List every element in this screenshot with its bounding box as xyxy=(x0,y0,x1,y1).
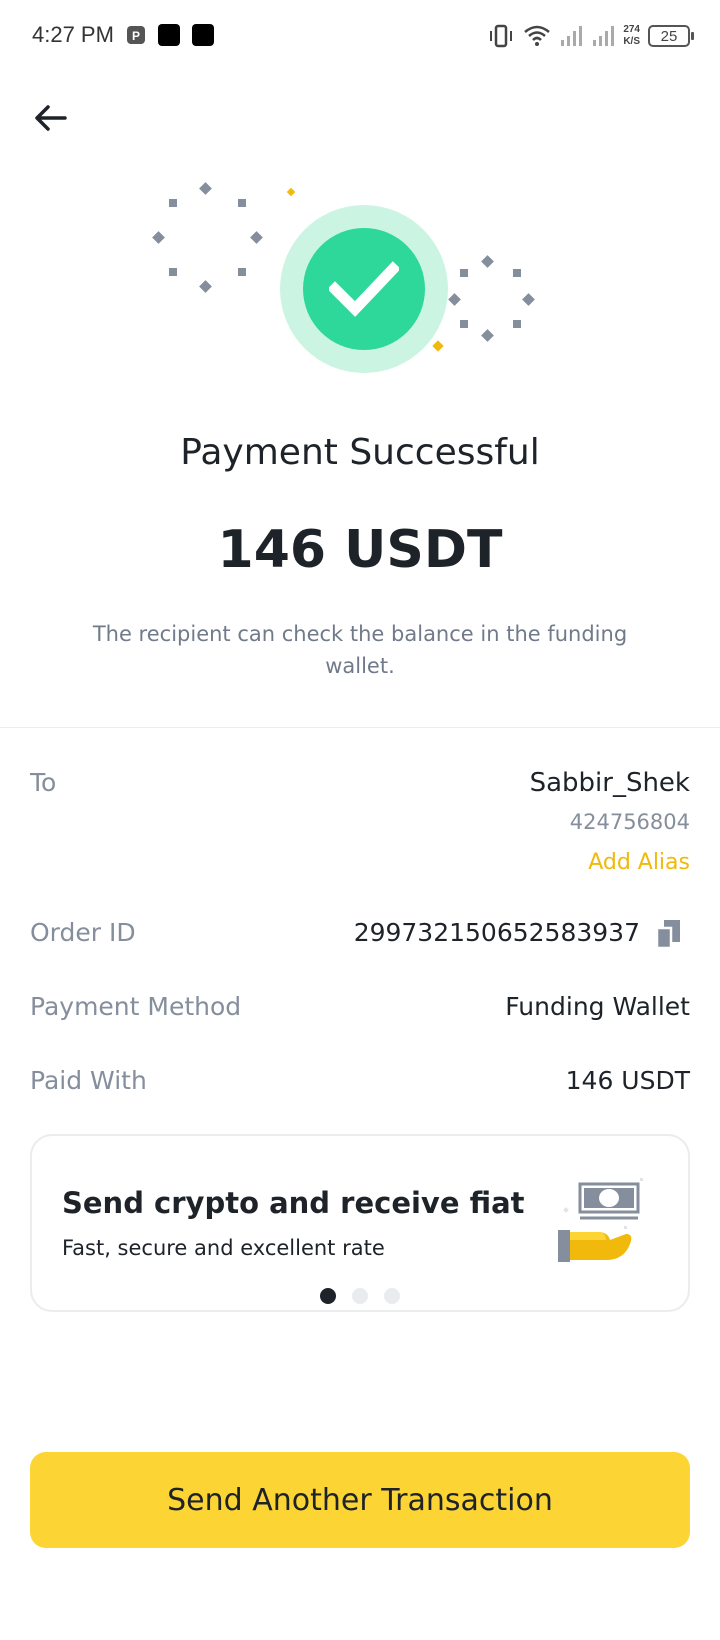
payment-amount: 146 USDT xyxy=(217,520,503,580)
divider xyxy=(0,727,720,728)
carousel-dot[interactable] xyxy=(352,1288,368,1304)
back-arrow-icon xyxy=(35,105,67,131)
payment-method-label: Payment Method xyxy=(30,992,242,1021)
add-alias-link[interactable]: Add Alias xyxy=(588,850,690,875)
promo-subtitle: Fast, secure and excellent rate xyxy=(62,1236,385,1260)
page-title: Payment Successful xyxy=(180,432,540,473)
cash-hand-icon xyxy=(558,1174,648,1264)
recipient-note: The recipient can check the balance in t… xyxy=(92,622,628,678)
wifi-icon xyxy=(523,24,551,48)
paid-with-label: Paid With xyxy=(30,1066,147,1095)
back-button[interactable] xyxy=(28,96,72,140)
recipient-id: 424756804 xyxy=(569,810,690,834)
signal-icon xyxy=(591,24,615,48)
carousel-dot[interactable] xyxy=(384,1288,400,1304)
carousel-dot[interactable] xyxy=(320,1288,336,1304)
paid-with-value: 146 USDT xyxy=(565,1066,690,1095)
carousel-indicator xyxy=(32,1288,688,1304)
checkmark-icon xyxy=(303,228,425,350)
to-label: To xyxy=(30,768,57,797)
signal-icon xyxy=(559,24,583,48)
order-id-label: Order ID xyxy=(30,918,136,947)
status-bar: 4:27 PM P 274 K/S 25 xyxy=(0,0,720,72)
battery-indicator: 25 xyxy=(648,25,694,47)
notification-app-icon xyxy=(192,24,214,46)
status-indicators: 274 K/S 25 xyxy=(487,20,694,52)
promo-title: Send crypto and receive fiat xyxy=(62,1186,525,1220)
battery-level: 25 xyxy=(660,27,678,45)
payment-method-value: Funding Wallet xyxy=(505,992,690,1021)
order-id-value: 299732150652583937 xyxy=(353,918,640,947)
network-speed: 274 K/S xyxy=(623,24,640,48)
network-speed-unit: K/S xyxy=(623,36,640,47)
copy-icon[interactable] xyxy=(654,918,684,950)
notification-app-icon: P xyxy=(126,25,146,45)
svg-text:P: P xyxy=(132,29,140,43)
vibrate-icon xyxy=(487,23,515,49)
promo-banner[interactable]: Send crypto and receive fiat Fast, secur… xyxy=(30,1134,690,1312)
send-another-transaction-button[interactable]: Send Another Transaction xyxy=(30,1452,690,1548)
recipient-name: Sabbir_Shek xyxy=(529,768,690,798)
network-speed-value: 274 xyxy=(623,24,640,35)
status-time: 4:27 PM xyxy=(32,22,114,47)
notification-app-icon xyxy=(158,24,180,46)
